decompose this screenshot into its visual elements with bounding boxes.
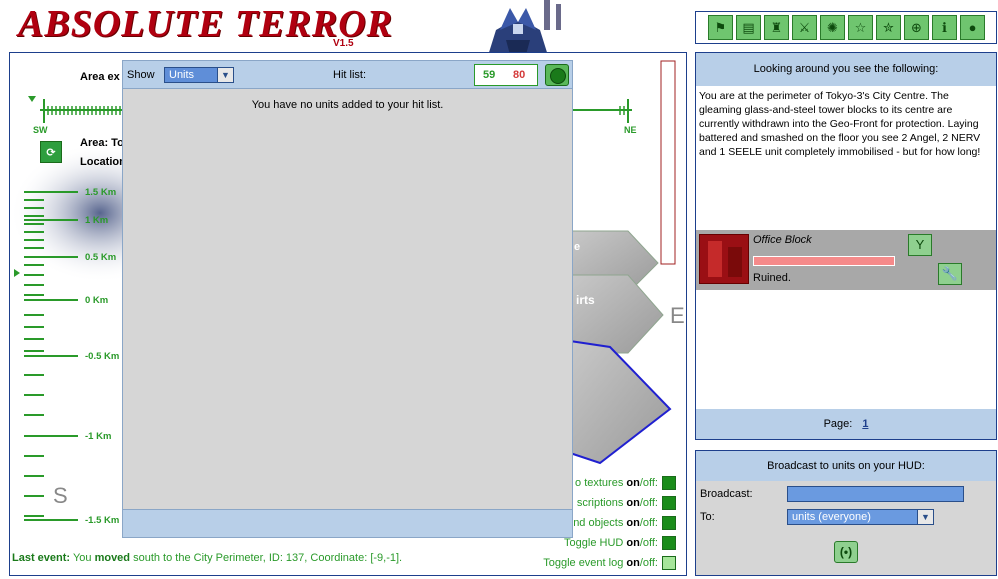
toggle-hud-button[interactable] <box>662 536 676 550</box>
broadcast-send-button[interactable]: (•) <box>834 541 858 563</box>
scale-label: -0.5 Km <box>85 351 120 362</box>
chevron-down-icon: ▼ <box>217 68 233 82</box>
toggle-textures-button[interactable] <box>662 476 676 490</box>
broadcast-to-select[interactable]: units (everyone) ▼ <box>787 509 934 525</box>
star-alt-icon: ✮ <box>883 19 894 35</box>
building-enter-button[interactable]: Y <box>908 234 932 256</box>
broadcast-label: Broadcast: <box>700 488 753 500</box>
wrench-icon: 🔧 <box>941 266 959 281</box>
map-tile[interactable] <box>569 274 664 354</box>
map-tile-selected[interactable] <box>569 339 672 465</box>
hit-list-dialog: Show Units ▼ Hit list: 59 80 You have no… <box>122 60 573 538</box>
vertical-gauge <box>660 60 676 265</box>
notes-button[interactable]: ▤ <box>736 15 761 40</box>
building-health-bar <box>753 256 895 266</box>
scale-label: 0 Km <box>85 295 109 306</box>
chevron-down-icon: ▼ <box>917 510 933 524</box>
scale-label: 1 Km <box>85 215 109 226</box>
toggle-descriptions: scriptions on/off: <box>577 496 676 510</box>
hit-list-header: Show Units ▼ Hit list: 59 80 <box>123 61 572 89</box>
sword-icon: ⚔ <box>798 19 811 35</box>
flag-button[interactable]: ⚑ <box>708 15 733 40</box>
sword-button[interactable]: ⚔ <box>792 15 817 40</box>
area-exits-label: Area ex <box>80 71 120 83</box>
scale-label: 1.5 Km <box>85 187 117 198</box>
version-label: V1.5 <box>333 38 354 49</box>
look-around-panel: Looking around you see the following: Yo… <box>695 52 997 440</box>
burst-button[interactable]: ✺ <box>820 15 845 40</box>
page-link[interactable]: 1 <box>862 418 868 430</box>
scale-label: -1.5 Km <box>85 515 120 526</box>
building-name: Office Block <box>753 234 812 246</box>
hit-list-title: Hit list: <box>333 69 366 81</box>
count-green: 59 <box>483 69 496 81</box>
flag-icon: ⚑ <box>714 19 727 35</box>
direction-south-label: S <box>53 483 68 508</box>
broadcast-panel: Broadcast to units on your HUD: Broadcas… <box>695 450 997 576</box>
burst-icon: ✺ <box>827 19 838 35</box>
target-button[interactable]: ⊕ <box>904 15 929 40</box>
toggle-descriptions-button[interactable] <box>662 496 676 510</box>
hit-list-empty-message: You have no units added to your hit list… <box>251 99 444 111</box>
refresh-button[interactable]: ⟳ <box>40 141 62 163</box>
building-thumbnail <box>699 234 749 284</box>
toggle-ground-objects-button[interactable] <box>662 516 676 530</box>
broadcast-to-label: To: <box>700 511 715 523</box>
broadcast-icon: (•) <box>839 545 853 559</box>
action-toolbar: ⚑ ▤ ♜ ⚔ ✺ ☆ ✮ ⊕ ℹ ● <box>695 11 997 44</box>
scale-label: 0.5 Km <box>85 252 117 263</box>
building-repair-button[interactable]: 🔧 <box>938 263 962 285</box>
location-label: Location <box>80 156 126 168</box>
broadcast-title: Broadcast to units on your HUD: <box>696 451 996 481</box>
hit-list-footer <box>123 509 572 537</box>
hit-list-go-button[interactable] <box>545 64 569 86</box>
show-label: Show <box>127 69 155 81</box>
compass-right-label: NE <box>624 125 637 135</box>
compass-left-label: SW <box>33 125 48 135</box>
bag-icon: ♜ <box>770 19 783 35</box>
last-event-line: Last event: You moved south to the City … <box>12 552 403 564</box>
hit-list-counts: 59 80 <box>474 64 538 86</box>
look-pager: Page: 1 <box>696 409 996 439</box>
bag-button[interactable]: ♜ <box>764 15 789 40</box>
show-select[interactable]: Units ▼ <box>164 67 234 83</box>
building-status: Ruined. <box>753 272 791 284</box>
toggle-event-log: Toggle event log on/off: <box>543 556 676 570</box>
toggle-textures: o textures on/off: <box>575 476 676 490</box>
look-panel-title: Looking around you see the following: <box>696 53 996 86</box>
enter-icon: Y <box>915 237 925 252</box>
info-button[interactable]: ℹ <box>932 15 957 40</box>
direction-east-label: E <box>670 303 685 328</box>
star-alt-button[interactable]: ✮ <box>876 15 901 40</box>
tile-label: irts <box>576 293 595 307</box>
star-button[interactable]: ☆ <box>848 15 873 40</box>
position-marker <box>14 269 20 277</box>
toggle-hud: Toggle HUD on/off: <box>564 536 676 550</box>
area-label: Area: To <box>80 137 124 149</box>
globe-button[interactable]: ● <box>960 15 985 40</box>
globe-icon: ● <box>968 20 977 35</box>
building-row: Office Block Ruined. Y 🔧 <box>696 230 996 290</box>
count-red: 80 <box>513 69 526 81</box>
target-icon: ⊕ <box>911 19 922 35</box>
notes-icon: ▤ <box>742 19 755 35</box>
area-description: You are at the perimeter of Tokyo-3's Ci… <box>699 90 981 158</box>
toggle-event-log-button[interactable] <box>662 556 676 570</box>
toggle-ground-objects: nd objects on/off: <box>573 516 676 530</box>
info-icon: ℹ <box>942 19 947 35</box>
tile-label: e <box>574 241 581 253</box>
scale-label: -1 Km <box>85 431 112 442</box>
refresh-icon: ⟳ <box>46 146 56 159</box>
star-icon: ☆ <box>854 19 867 35</box>
broadcast-input[interactable] <box>787 486 964 502</box>
